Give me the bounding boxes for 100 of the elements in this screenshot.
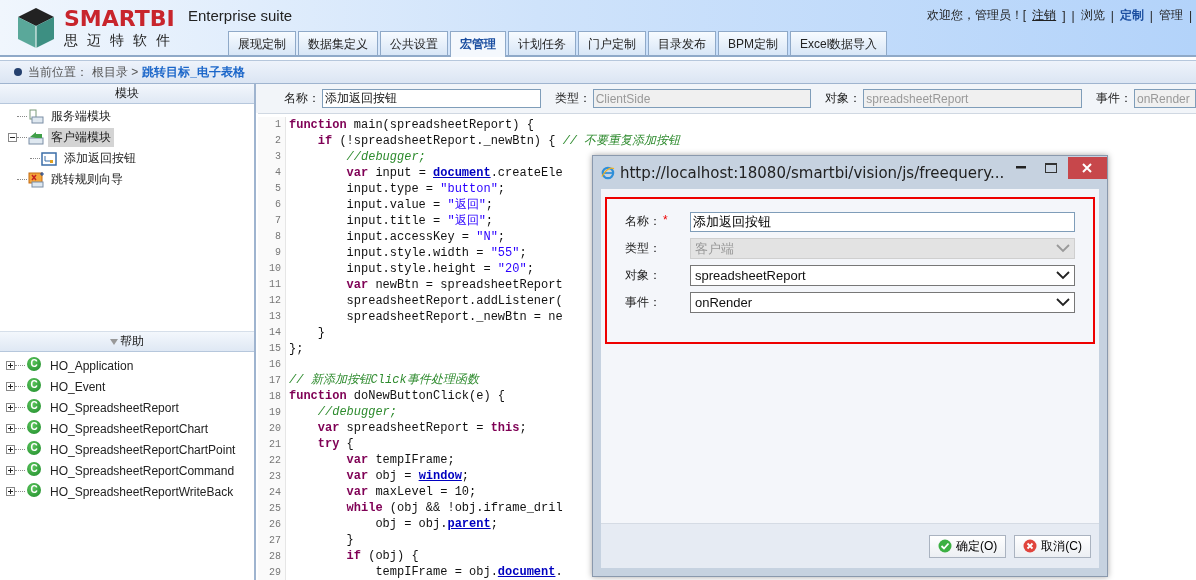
code-line: } (316, 325, 325, 341)
bracket-text: ] (1062, 8, 1066, 23)
code-line: obj = obj.parent; (374, 516, 498, 532)
breadcrumb-current: 跳转目标_电子表格 (142, 63, 246, 81)
expander-icon[interactable] (6, 487, 15, 496)
nav-tab[interactable]: 计划任务 (508, 31, 576, 55)
line-number: 1 (275, 118, 281, 132)
dropdown-field[interactable]: onRender (690, 292, 1075, 313)
code-line: spreadsheetReport._newBtn = ne (345, 309, 563, 325)
tree-item[interactable]: 客户端模块 (48, 128, 114, 147)
code-line: var obj = window; (345, 468, 470, 484)
expander-icon[interactable] (6, 466, 15, 475)
expander-icon[interactable] (6, 403, 15, 412)
nav-tab[interactable]: 门户定制 (578, 31, 646, 55)
confirm-button[interactable]: 确定(O) (929, 534, 1007, 558)
expander-icon[interactable] (6, 382, 15, 391)
nav-tab[interactable]: 数据集定义 (298, 31, 378, 55)
code-line: }; (289, 341, 304, 357)
tree-item[interactable]: HO_SpreadsheetReport (47, 399, 182, 416)
code-line: input.style.width = "55"; (345, 245, 527, 261)
brand-subtitle: 思迈特软件 (64, 30, 179, 49)
expander-icon[interactable] (6, 445, 15, 454)
tree-item[interactable]: 添加返回按钮 (61, 149, 139, 168)
line-number: 29 (269, 566, 281, 580)
tree-item[interactable]: HO_SpreadsheetReportWriteBack (47, 483, 237, 500)
breadcrumb-link[interactable]: 根目录 > (92, 63, 139, 81)
tree-item[interactable]: HO_Application (47, 357, 137, 374)
code-line: input.title = "返回"; (345, 213, 494, 229)
code-line: } (345, 532, 354, 548)
dropdown-field[interactable]: spreadsheetReport (690, 265, 1075, 286)
macro-icon (40, 149, 58, 168)
line-number: 16 (269, 358, 281, 372)
line-number: 5 (275, 182, 281, 196)
code-line: input.type = "button"; (345, 181, 506, 197)
tree-item[interactable]: HO_SpreadsheetReportCommand (47, 462, 238, 479)
breadcrumb-label: 当前位置： (28, 63, 88, 81)
dialog-title: http://localhost:18080/smartbi/vision/js/freequery... (619, 163, 1005, 182)
line-number: 8 (275, 230, 281, 244)
class-icon: C (27, 356, 41, 371)
expander-icon[interactable] (6, 361, 15, 370)
tree-item[interactable]: HO_SpreadsheetReportChartPoint (47, 441, 239, 458)
tree-item[interactable]: HO_SpreadsheetReportChart (47, 420, 212, 437)
logout-link[interactable]: 注销 (1032, 7, 1057, 24)
bullet-icon (14, 68, 22, 76)
line-number: 27 (269, 534, 281, 548)
tree-item[interactable]: 跳转规则向导 (48, 170, 126, 189)
line-number: 24 (269, 486, 281, 500)
field-label: 事件： (625, 294, 661, 311)
name-field[interactable]: 添加返回按钮 (690, 211, 1075, 232)
required-mark: * (663, 213, 668, 229)
code-line: if (!spreadsheetReport._newBtn) { // 不要重复添加按钮 (316, 133, 681, 149)
field-label: 对象： (825, 90, 862, 107)
tree-item[interactable]: 服务端模块 (48, 107, 114, 126)
code-line: while (obj && !obj.iframe_dril (345, 500, 563, 516)
line-number: 13 (269, 310, 281, 324)
close-button[interactable] (1067, 156, 1107, 179)
nav-tab[interactable]: 宏管理 (450, 31, 506, 57)
wizard-icon (27, 170, 45, 189)
nav-tab[interactable]: BPM定制 (718, 31, 788, 55)
field-label: 类型： (625, 240, 661, 257)
panel-title: 帮助 (120, 333, 144, 350)
code-line: input.accessKey = "N"; (345, 229, 506, 245)
line-number: 21 (269, 438, 281, 452)
nav-tab[interactable]: Excel数据导入 (790, 31, 888, 55)
code-line: //debugger; (316, 404, 398, 420)
minimize-icon (1016, 166, 1027, 169)
chevron-down-icon (1056, 244, 1070, 253)
line-number: 23 (269, 470, 281, 484)
line-number: 15 (269, 342, 281, 356)
field-label: 名称： (625, 213, 661, 230)
separator-text: | (1110, 8, 1114, 23)
line-number: 25 (269, 502, 281, 516)
tree-item[interactable]: HO_Event (47, 378, 109, 395)
expander-icon[interactable] (8, 133, 17, 142)
nav-link[interactable]: 管理 (1158, 7, 1183, 24)
class-icon: C (27, 461, 41, 476)
nav-link[interactable]: 浏览 (1080, 7, 1105, 24)
code-line: try { (316, 436, 354, 452)
line-number: 3 (275, 150, 281, 164)
field-label: 类型： (554, 90, 591, 107)
chevron-down-icon (1056, 271, 1070, 280)
class-icon: C (27, 440, 41, 455)
nav-tab[interactable]: 展现定制 (228, 31, 296, 55)
code-line: if (obj) { (345, 548, 419, 564)
line-number: 14 (269, 326, 281, 340)
welcome-text: 欢迎您，管理员！[ (926, 7, 1027, 24)
text-field[interactable]: 添加返回按钮 (322, 89, 541, 108)
line-number: 2 (275, 134, 281, 148)
expander-icon[interactable] (6, 424, 15, 433)
nav-tab[interactable]: 公共设置 (380, 31, 448, 55)
field-label: 对象： (625, 267, 661, 284)
nav-tab[interactable]: 目录发布 (648, 31, 716, 55)
line-number: 26 (269, 518, 281, 532)
line-number: 6 (275, 198, 281, 212)
code-line: // 新添加按钮Click事件处理函数 (289, 372, 479, 388)
cancel-button[interactable]: 取消(C) (1014, 534, 1091, 558)
line-number: 4 (275, 166, 281, 180)
nav-link[interactable]: 定制 (1119, 7, 1144, 24)
class-icon: C (27, 398, 41, 413)
line-number: 28 (269, 550, 281, 564)
